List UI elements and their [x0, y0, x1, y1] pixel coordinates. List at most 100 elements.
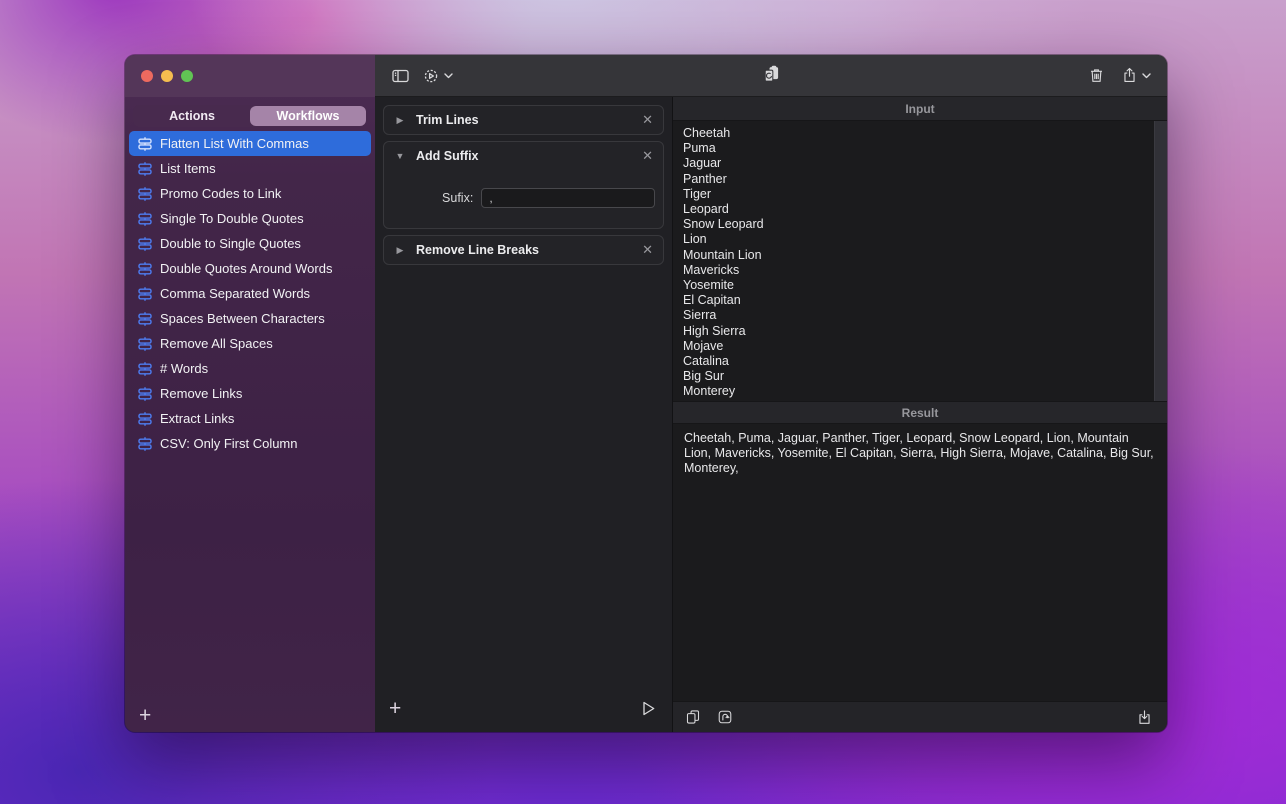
sidebar-item-promo-codes-to-link[interactable]: Promo Codes to Link	[129, 181, 371, 206]
run-workflow-icon	[642, 701, 656, 716]
input-line: Panther	[683, 172, 1157, 187]
workflow-stack-icon	[137, 436, 153, 452]
use-result-as-input-icon	[717, 709, 733, 725]
input-line: Leopard	[683, 202, 1157, 217]
toolbar-left-group	[391, 67, 453, 85]
workflow-stack-icon	[137, 311, 153, 327]
input-line: High Sierra	[683, 324, 1157, 339]
sidebar-item-spaces-between-characters[interactable]: Spaces Between Characters	[129, 306, 371, 331]
sidebar-item-comma-separated-words[interactable]: Comma Separated Words	[129, 281, 371, 306]
input-line: Puma	[683, 141, 1157, 156]
input-header-label: Input	[905, 102, 934, 116]
close-icon[interactable]: ✕	[642, 112, 653, 128]
minimize-window-button[interactable]	[161, 70, 173, 82]
disclosure-triangle-icon[interactable]: ▼	[394, 151, 406, 161]
input-scrollbar[interactable]	[1154, 121, 1167, 401]
disclosure-triangle-icon[interactable]: ▶	[394, 115, 406, 126]
input-line: Jaguar	[683, 156, 1157, 171]
step-card-trim-lines: ▶ Trim Lines ✕	[383, 105, 664, 135]
tab-actions[interactable]: Actions	[134, 106, 250, 126]
disclosure-triangle-icon[interactable]: ▶	[394, 245, 406, 256]
copy-icon	[685, 709, 701, 725]
input-line: Sierra	[683, 308, 1157, 323]
main-panel: ▶ Trim Lines ✕ ▼ Add Suffix ✕	[375, 55, 1167, 732]
sidebar-item-list-items[interactable]: List Items	[129, 156, 371, 181]
workflow-stack-icon	[137, 236, 153, 252]
close-icon[interactable]: ✕	[642, 148, 653, 164]
sidebar-item-double-to-single-quotes[interactable]: Double to Single Quotes	[129, 231, 371, 256]
workflow-stack-icon	[137, 361, 153, 377]
sidebar-item-extract-links[interactable]: Extract Links	[129, 406, 371, 431]
step-card-header: ▶ Trim Lines ✕	[384, 106, 663, 134]
run-settings-gear-icon	[422, 67, 440, 85]
step-card-add-suffix: ▼ Add Suffix ✕ Sufix:	[383, 141, 664, 229]
sidebar-item-label: Promo Codes to Link	[160, 186, 281, 201]
sidebar-item-label: Spaces Between Characters	[160, 311, 325, 326]
run-workflow-button[interactable]	[642, 701, 656, 716]
paste-replace-button[interactable]	[762, 64, 780, 82]
toggle-sidebar-button[interactable]	[391, 68, 410, 84]
sidebar-item-label: # Words	[160, 361, 208, 376]
content-area: ▶ Trim Lines ✕ ▼ Add Suffix ✕	[375, 97, 1167, 732]
workflow-stack-icon	[137, 286, 153, 302]
close-icon[interactable]: ✕	[642, 242, 653, 258]
suffix-input[interactable]	[481, 188, 655, 208]
desktop-wallpaper: Actions Workflows Flatten List With Comm…	[0, 0, 1286, 804]
step-card-body: Sufix:	[384, 170, 663, 228]
sidebar-item-label: Flatten List With Commas	[160, 136, 309, 151]
sidebar-item-label: Single To Double Quotes	[160, 211, 304, 226]
io-panel: Input Cheetah Puma Jaguar Panther Tiger …	[672, 97, 1167, 732]
tab-workflows[interactable]: Workflows	[250, 106, 366, 126]
result-header: Result	[673, 401, 1167, 424]
input-line: Mavericks	[683, 263, 1157, 278]
step-card-header: ▼ Add Suffix ✕	[384, 142, 663, 170]
input-line: El Capitan	[683, 293, 1157, 308]
sidebar-item-flatten-list-with-commas[interactable]: Flatten List With Commas	[129, 131, 371, 156]
sidebar-item-label: CSV: Only First Column	[160, 436, 298, 451]
sidebar-item-num-words[interactable]: # Words	[129, 356, 371, 381]
add-step-button[interactable]: +	[389, 698, 401, 719]
input-line: Catalina	[683, 354, 1157, 369]
sidebar-item-label: Remove Links	[160, 386, 242, 401]
sidebar-item-single-to-double-quotes[interactable]: Single To Double Quotes	[129, 206, 371, 231]
close-window-button[interactable]	[141, 70, 153, 82]
input-line: Monterey	[683, 384, 1157, 399]
input-line: Snow Leopard	[683, 217, 1157, 232]
result-header-label: Result	[902, 406, 939, 420]
workflow-stack-icon	[137, 136, 153, 152]
step-title: Remove Line Breaks	[416, 243, 632, 257]
result-textarea[interactable]: Cheetah, Puma, Jaguar, Panther, Tiger, L…	[673, 424, 1167, 701]
delete-workflow-button[interactable]	[1088, 67, 1105, 84]
step-card-remove-line-breaks: ▶ Remove Line Breaks ✕	[383, 235, 664, 265]
toolbar	[375, 55, 1167, 97]
share-icon	[1121, 67, 1138, 84]
sidebar-item-double-quotes-around-words[interactable]: Double Quotes Around Words	[129, 256, 371, 281]
workflow-stack-icon	[137, 261, 153, 277]
share-button[interactable]	[1121, 67, 1151, 84]
sidebar-item-remove-links[interactable]: Remove Links	[129, 381, 371, 406]
zoom-window-button[interactable]	[181, 70, 193, 82]
sidebar-titlebar	[125, 55, 375, 97]
input-line: Cheetah	[683, 126, 1157, 141]
workflow-stack-icon	[137, 386, 153, 402]
sidebar-toggle-icon	[391, 68, 410, 84]
toolbar-center-group	[762, 64, 780, 87]
input-textarea[interactable]: Cheetah Puma Jaguar Panther Tiger Leopar…	[673, 121, 1167, 401]
input-line: Mojave	[683, 339, 1157, 354]
save-result-button[interactable]	[1136, 709, 1153, 726]
use-result-as-input-button[interactable]	[717, 709, 733, 725]
sidebar-item-label: Double to Single Quotes	[160, 236, 301, 251]
workflow-stack-icon	[137, 411, 153, 427]
run-settings-button[interactable]	[422, 67, 453, 85]
sidebar-item-remove-all-spaces[interactable]: Remove All Spaces	[129, 331, 371, 356]
add-workflow-button[interactable]: +	[139, 705, 151, 726]
sidebar-footer: +	[125, 698, 375, 732]
step-title: Add Suffix	[416, 149, 632, 163]
sidebar-item-csv-only-first-column[interactable]: CSV: Only First Column	[129, 431, 371, 456]
copy-result-button[interactable]	[685, 709, 701, 725]
sidebar-item-label: Extract Links	[160, 411, 234, 426]
traffic-lights	[141, 70, 193, 82]
app-window: Actions Workflows Flatten List With Comm…	[125, 55, 1167, 732]
chevron-down-icon	[444, 73, 453, 79]
workflow-stack-icon	[137, 336, 153, 352]
